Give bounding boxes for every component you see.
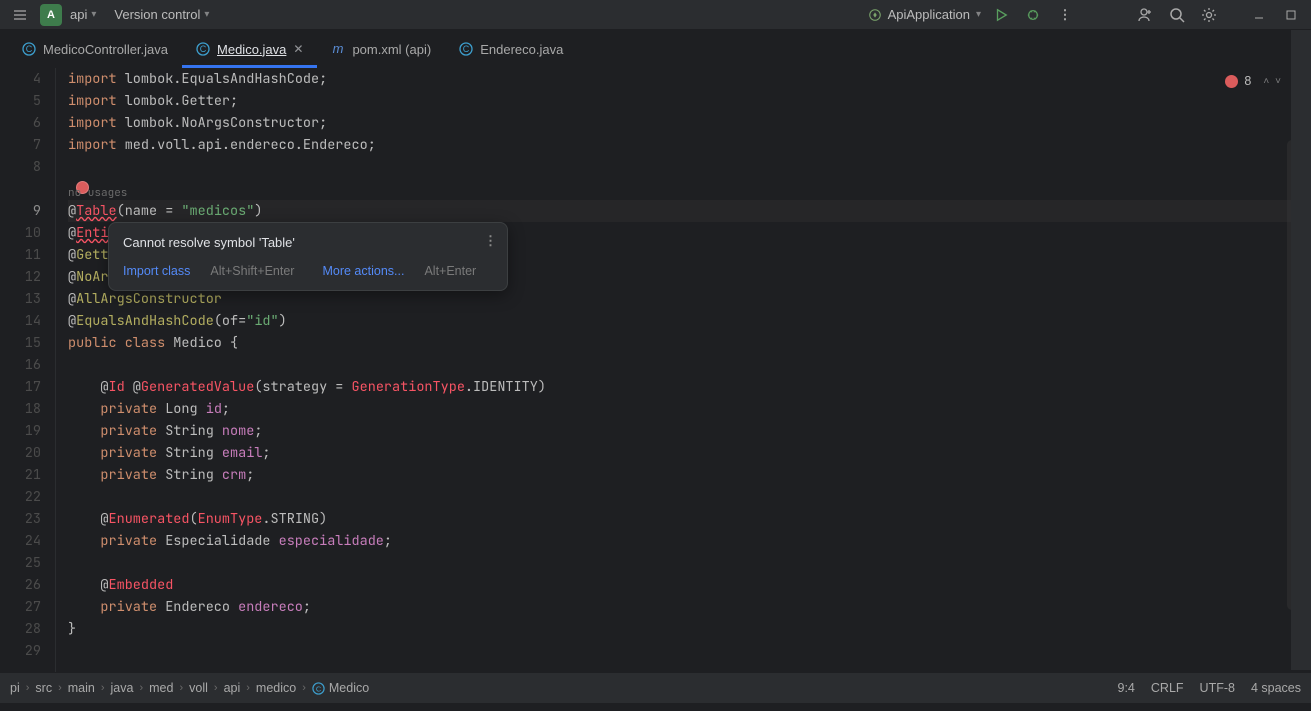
hamburger-icon[interactable]: [8, 3, 32, 27]
code-area[interactable]: import lombok.EqualsAndHashCode;import l…: [56, 68, 1311, 672]
search-icon[interactable]: [1165, 3, 1189, 27]
editor: 4567891011121314151617181920212223242526…: [0, 68, 1311, 672]
vcs-selector[interactable]: Version control▾: [114, 7, 209, 22]
file-encoding[interactable]: UTF-8: [1200, 681, 1235, 695]
maximize-icon[interactable]: [1279, 3, 1303, 27]
caret-position[interactable]: 9:4: [1118, 681, 1135, 695]
file-tab[interactable]: CMedico.java✕: [182, 30, 317, 68]
line-separator[interactable]: CRLF: [1151, 681, 1184, 695]
run-icon[interactable]: [989, 3, 1013, 27]
settings-icon[interactable]: [1197, 3, 1221, 27]
add-user-icon[interactable]: [1133, 3, 1157, 27]
svg-text:C: C: [200, 44, 207, 54]
indent-settings[interactable]: 4 spaces: [1251, 681, 1301, 695]
run-config-selector[interactable]: ApiApplication▾: [868, 7, 981, 22]
more-actions-link[interactable]: More actions...: [322, 264, 404, 278]
breadcrumb[interactable]: pi›src›main›java›med›voll›api›medico›CMe…: [10, 681, 369, 695]
svg-text:C: C: [26, 44, 33, 54]
svg-text:C: C: [463, 44, 470, 54]
intention-popup: ⋮ Cannot resolve symbol 'Table' Import c…: [108, 222, 508, 291]
project-badge[interactable]: A: [40, 4, 62, 26]
more-icon[interactable]: ⋮: [1053, 3, 1077, 27]
main-toolbar: A api▾ Version control▾ ApiApplication▾ …: [0, 0, 1311, 30]
shortcut-hint: Alt+Shift+Enter: [210, 264, 294, 278]
file-tab[interactable]: mpom.xml (api): [317, 30, 445, 68]
error-icon: [1225, 75, 1238, 88]
minimize-icon[interactable]: [1247, 3, 1271, 27]
inspection-widget[interactable]: 8 ˄ ˅: [1225, 74, 1281, 88]
shortcut-hint: Alt+Enter: [424, 264, 476, 278]
statusbar: pi›src›main›java›med›voll›api›medico›CMe…: [0, 672, 1311, 703]
editor-tabs: CMedicoController.javaCMedico.java✕mpom.…: [0, 30, 1311, 68]
file-tab[interactable]: CEndereco.java: [445, 30, 577, 68]
svg-text:C: C: [316, 684, 322, 693]
project-selector[interactable]: api▾: [70, 7, 96, 22]
right-tool-strip[interactable]: [1291, 30, 1311, 670]
close-icon[interactable]: ✕: [293, 42, 303, 56]
svg-text:m: m: [333, 42, 344, 56]
chevron-down-icon[interactable]: ˅: [1275, 76, 1281, 87]
file-tab[interactable]: CMedicoController.java: [8, 30, 182, 68]
debug-icon[interactable]: [1021, 3, 1045, 27]
chevron-up-icon[interactable]: ˄: [1263, 76, 1269, 87]
popup-more-icon[interactable]: ⋮: [484, 233, 497, 249]
error-count: 8: [1244, 74, 1251, 88]
error-message: Cannot resolve symbol 'Table': [123, 235, 493, 250]
gutter[interactable]: 4567891011121314151617181920212223242526…: [0, 68, 56, 672]
import-class-link[interactable]: Import class: [123, 264, 190, 278]
